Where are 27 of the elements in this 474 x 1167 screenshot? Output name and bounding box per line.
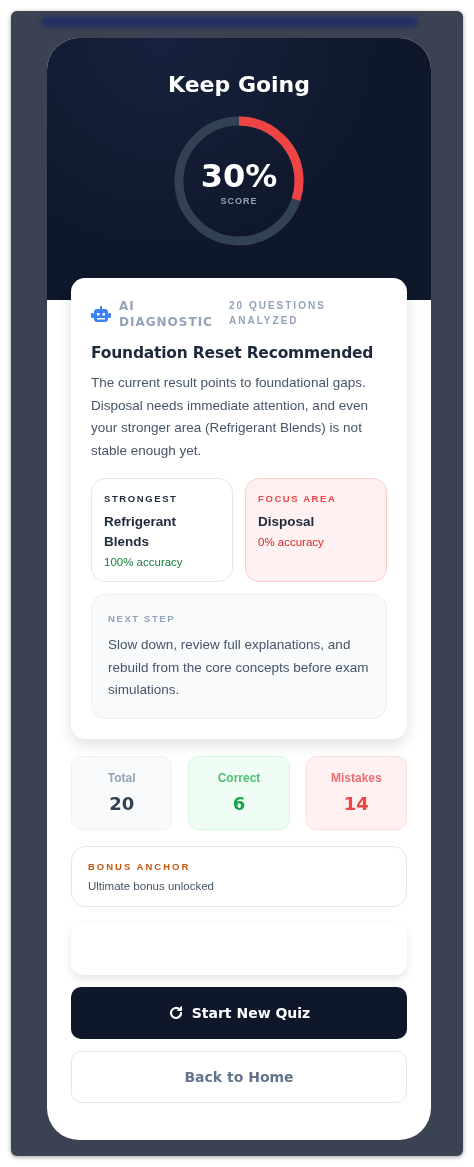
score-value: 30% bbox=[200, 160, 278, 192]
questions-analyzed: 20 QUESTIONS ANALYZED bbox=[229, 299, 327, 328]
area-topic: Disposal bbox=[258, 513, 316, 531]
stat-value: 6 bbox=[232, 793, 246, 814]
home-button[interactable]: Back to Home bbox=[71, 1050, 407, 1103]
stat-label: Correct bbox=[217, 771, 261, 785]
bonus-text: Ultimate bonus unlocked bbox=[88, 879, 215, 892]
area-topic: Refrigerant Blends bbox=[104, 513, 177, 551]
diagnostic-heading: Foundation Reset Recommended bbox=[91, 343, 375, 364]
result-title: Keep Going bbox=[167, 72, 310, 97]
bonus-label: BONUS ANCHOR bbox=[88, 860, 192, 872]
area-label: FOCUS AREA bbox=[258, 493, 338, 504]
next-step-text: Slow down, review full explanations, and rebuild from the core concepts before exam simulations. bbox=[108, 636, 370, 699]
diagnostic-label: AI DIAGNOSTIC bbox=[119, 298, 214, 330]
start-quiz-button[interactable]: Start New Quiz bbox=[71, 986, 407, 1039]
stat-value: 14 bbox=[343, 793, 369, 814]
score-label: SCORE bbox=[220, 196, 258, 206]
stat-label: Mistakes bbox=[330, 771, 382, 785]
area-accuracy: 100% accuracy bbox=[104, 556, 184, 568]
robot-icon bbox=[91, 306, 111, 324]
area-label: STRONGEST bbox=[104, 493, 179, 504]
next-step-label: NEXT STEP bbox=[108, 613, 177, 624]
restart-icon bbox=[167, 1004, 184, 1021]
diagnostic-summary: The current result points to foundational gaps. Disposal needs immediate attention, and even your stronger area (Refrigerant Blends) is not stable enough yet. bbox=[91, 374, 369, 460]
stat-label: Total bbox=[107, 771, 136, 785]
stat-value: 20 bbox=[109, 793, 135, 814]
area-accuracy: 0% accuracy bbox=[258, 536, 325, 548]
